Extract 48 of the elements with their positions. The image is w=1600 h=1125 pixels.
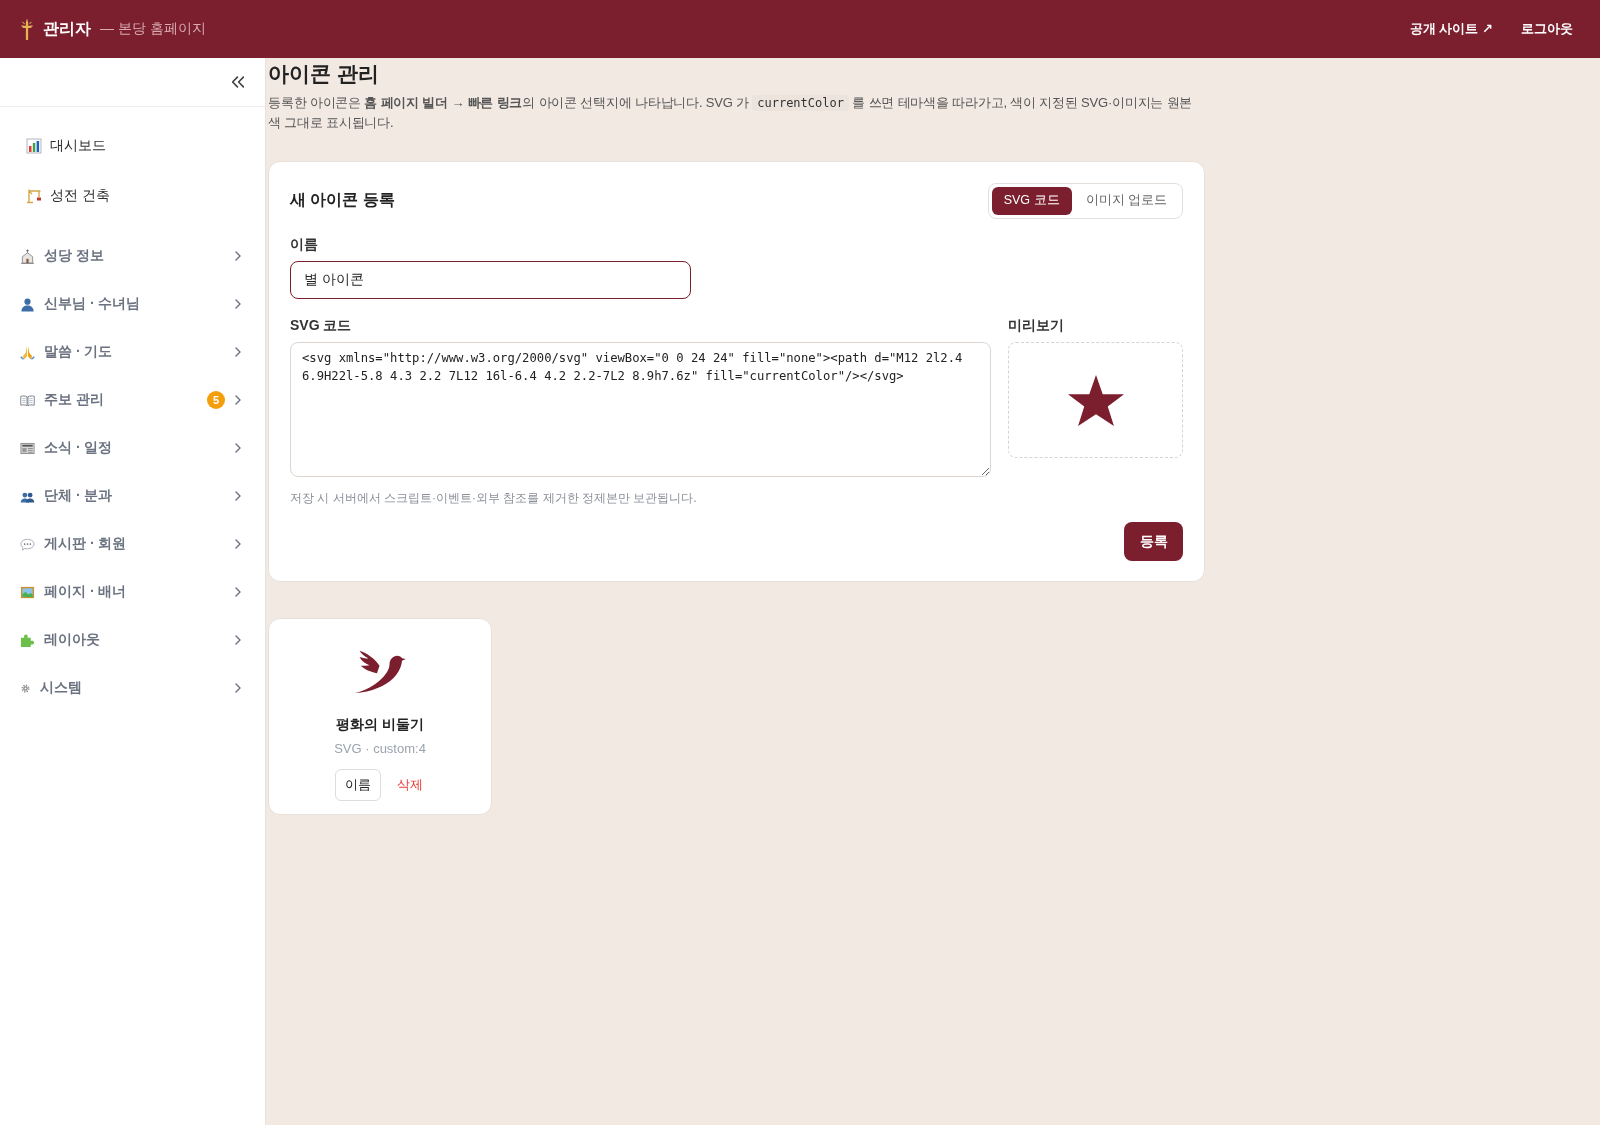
- sidebar-group[interactable]: 페이지 · 배너: [0, 568, 265, 616]
- sidebar-link[interactable]: 성전 건축: [0, 171, 265, 221]
- svg-code-field[interactable]: <svg xmlns="http://www.w3.org/2000/svg" viewBox="0 0 24 24" fill="none"><path d="M12 2l2.4 6.9H22l-5.8 4.3 2.2 7L12 16l-6.4 4.2 2.2-7L2 8.9h7.6z" fill="currentColor"/></svg>: [290, 342, 991, 477]
- sidebar-group[interactable]: 말씀 · 기도: [0, 328, 265, 376]
- sidebar-group[interactable]: 주보 관리 5: [0, 376, 265, 424]
- field-label: 미리보기: [1008, 316, 1065, 334]
- star-icon: [1067, 374, 1124, 426]
- crane-icon: [26, 188, 42, 204]
- app-subtitle: — 본당 홈페이지: [100, 20, 206, 38]
- sidebar-group[interactable]: 게시판 · 회원: [0, 520, 265, 568]
- register-button[interactable]: 등록: [1124, 522, 1183, 561]
- cross-icon: [20, 18, 34, 40]
- icon-name: 평화의 비둘기: [336, 715, 424, 734]
- field-label: 이름: [290, 235, 319, 253]
- hint-text: 저장 시 서버에서 스크립트·이벤트·외부 참조를 제거한 정제본만 보관됩니다.: [290, 490, 698, 506]
- bar-chart-icon: [26, 138, 42, 154]
- person-icon: [20, 296, 35, 312]
- page-description: 등록한 아이콘은 홈 페이지 빌더 → 빠른 링크의 아이콘 선택지에 나타납니다. SVG 가 currentColor 를 쓰면 테마색을 따라가고, 색이 지정된 SVG·이미지는 원본 색 그대로 표시됩니다.: [268, 94, 1194, 132]
- bird-icon: [354, 650, 406, 694]
- puzzle-piece-icon: [20, 632, 35, 648]
- sidebar-link[interactable]: 대시보드: [0, 121, 265, 171]
- speech-bubble-icon: [20, 536, 35, 552]
- newspaper-icon: [20, 440, 35, 456]
- icon-meta: SVG · custom:4: [334, 740, 426, 758]
- framed-picture-icon: [20, 584, 35, 600]
- card-title: 새 아이콘 등록: [290, 190, 395, 210]
- church-icon: [20, 248, 35, 264]
- sidebar-group[interactable]: 신부님 · 수녀님: [0, 280, 265, 328]
- delete-button[interactable]: 삭제: [395, 769, 425, 801]
- name-input[interactable]: 별 아이콘: [290, 261, 691, 299]
- app-title: 관리자: [43, 18, 91, 39]
- header-link[interactable]: 로그아웃: [1521, 20, 1573, 38]
- mode-tab[interactable]: SVG 코드: [991, 186, 1072, 215]
- sidebar-group[interactable]: 단체 · 분과: [0, 472, 265, 520]
- sidebar-group[interactable]: 레이아웃: [0, 616, 265, 664]
- double-chevron-left-icon: [232, 76, 244, 88]
- field-label: SVG 코드: [290, 316, 353, 334]
- count-badge: 5: [207, 391, 225, 409]
- header-link[interactable]: 공개 사이트 ↗: [1409, 20, 1493, 38]
- page-title: 아이콘 관리: [268, 61, 380, 87]
- sidebar-group[interactable]: 시스템: [0, 664, 265, 712]
- open-book-icon: [20, 392, 35, 408]
- sidebar-group[interactable]: 성당 정보: [0, 232, 265, 280]
- rename-button[interactable]: 이름: [335, 769, 381, 801]
- sidebar-group[interactable]: 소식 · 일정: [0, 424, 265, 472]
- collapse-sidebar-button[interactable]: [229, 73, 247, 91]
- mode-tab[interactable]: 이미지 업로드: [1073, 186, 1179, 215]
- gear-icon: [21, 683, 30, 693]
